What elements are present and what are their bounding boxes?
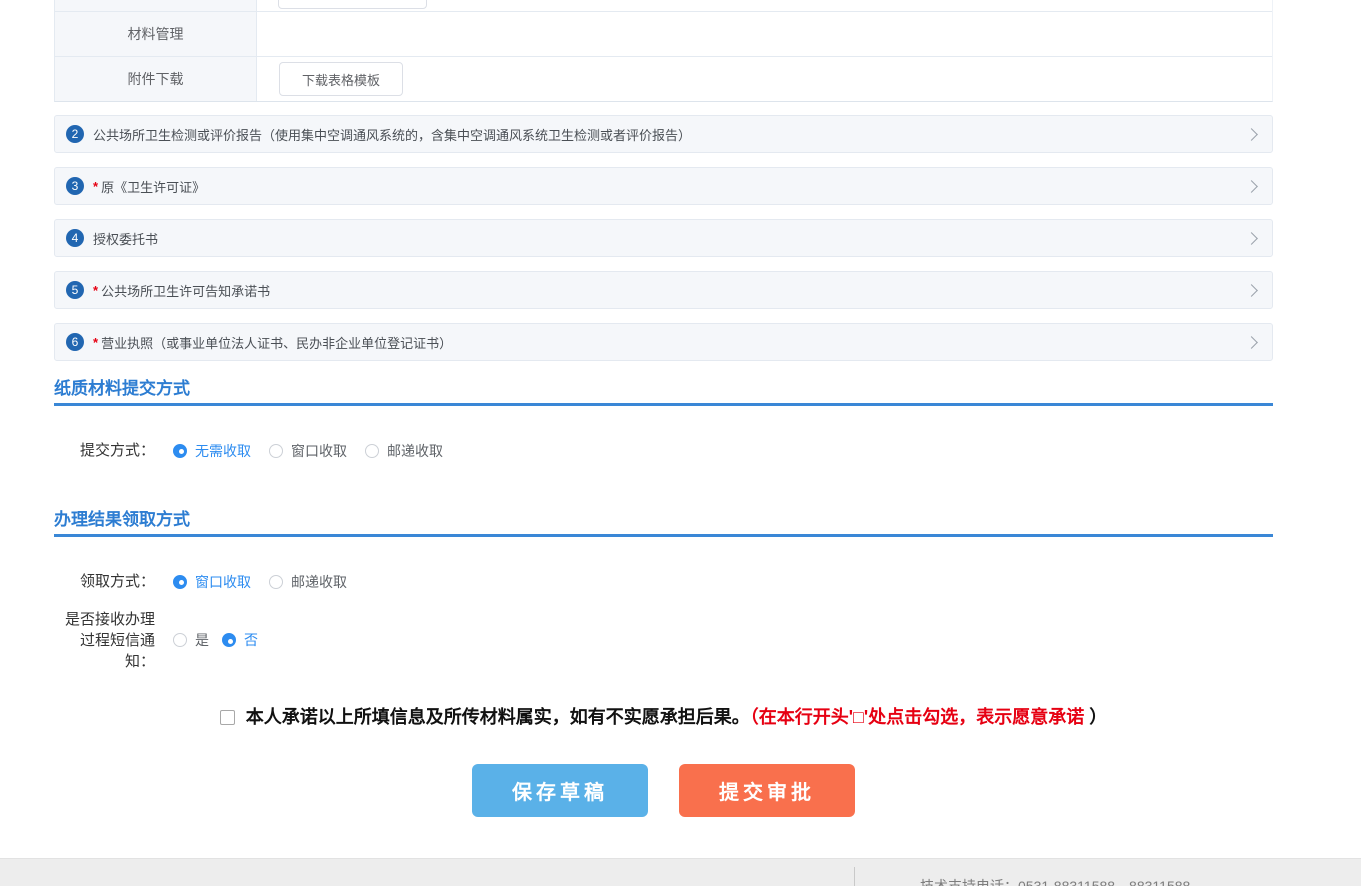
required-marker: * bbox=[93, 179, 98, 194]
radio-option-no-collection[interactable]: 无需收取 bbox=[173, 441, 251, 461]
material-item-3[interactable]: 3 * 原《卫生许可证》 bbox=[54, 167, 1273, 205]
material-item-label: 授权委托书 bbox=[93, 229, 158, 248]
support-phone-text: 技术支持电话：0531-88311588、88311588 bbox=[920, 876, 1190, 886]
radio-option-mail-collection[interactable]: 邮递收取 bbox=[365, 441, 443, 461]
radio-selected-icon[interactable] bbox=[222, 633, 236, 647]
radio-selected-icon[interactable] bbox=[173, 444, 187, 458]
table-content-cell bbox=[257, 12, 1272, 56]
material-item-label: 公共场所卫生检测或评价报告（使用集中空调通风系统的，含集中空调通风系统卫生检测或… bbox=[93, 125, 691, 144]
save-draft-button[interactable]: 保存草稿 bbox=[472, 764, 648, 817]
radio-option-label: 否 bbox=[244, 630, 258, 650]
submit-approval-button[interactable]: 提交审批 bbox=[679, 764, 855, 817]
material-item-4[interactable]: 4 授权委托书 bbox=[54, 219, 1273, 257]
field-label-sms-notification: 是否接收办理过程短信通知： bbox=[54, 609, 155, 672]
row-label: 材料管理 bbox=[55, 12, 257, 56]
section-title-paper-submission: 纸质材料提交方式 bbox=[54, 374, 190, 399]
commitment-hint-text: （在本行开头'□'处点击勾选，表示愿意承诺 bbox=[750, 707, 1084, 727]
section-underline bbox=[54, 403, 1273, 406]
table-row-attachment-download: 附件下载 下载表格模板 bbox=[55, 56, 1272, 101]
result-pickup-row: 领取方式： 窗口收取 邮递收取 bbox=[54, 571, 365, 592]
action-buttons: 保存草稿 提交审批 bbox=[54, 764, 1273, 817]
material-item-2[interactable]: 2 公共场所卫生检测或评价报告（使用集中空调通风系统的，含集中空调通风系统卫生检… bbox=[54, 115, 1273, 153]
commitment-checkbox[interactable] bbox=[220, 710, 235, 725]
field-label-pickup-method: 领取方式： bbox=[54, 571, 155, 592]
sms-radio-group: 是 否 bbox=[173, 630, 276, 650]
page-footer: 技术支持电话：0531-88311588、88311588 bbox=[0, 858, 1361, 886]
pickup-method-radio-group: 窗口收取 邮递收取 bbox=[173, 572, 365, 592]
radio-unselected-icon[interactable] bbox=[365, 444, 379, 458]
radio-selected-icon[interactable] bbox=[173, 575, 187, 589]
table-label-cell bbox=[55, 0, 257, 11]
commitment-row: 本人承诺以上所填信息及所传材料属实，如有不实愿承担后果。（在本行开头'□'处点击… bbox=[54, 703, 1273, 729]
material-item-5[interactable]: 5 * 公共场所卫生许可告知承诺书 bbox=[54, 271, 1273, 309]
radio-option-mail-pickup[interactable]: 邮递收取 bbox=[269, 572, 347, 592]
material-item-6[interactable]: 6 * 营业执照（或事业单位法人证书、民办非企业单位登记证书） bbox=[54, 323, 1273, 361]
material-item-label: 原《卫生许可证》 bbox=[101, 177, 205, 196]
chevron-right-icon[interactable] bbox=[1245, 284, 1258, 297]
commitment-text: 本人承诺以上所填信息及所传材料属实，如有不实愿承担后果。（在本行开头'□'处点击… bbox=[246, 703, 1107, 729]
radio-option-label: 窗口收取 bbox=[195, 572, 251, 592]
row-label: 附件下载 bbox=[55, 57, 257, 101]
chevron-right-icon[interactable] bbox=[1245, 180, 1258, 193]
radio-option-label: 邮递收取 bbox=[387, 441, 443, 461]
radio-option-label: 是 bbox=[195, 630, 209, 650]
item-number-badge: 6 bbox=[66, 333, 84, 351]
material-item-label: 公共场所卫生许可告知承诺书 bbox=[101, 281, 270, 300]
paper-submission-row: 提交方式： 无需收取 窗口收取 邮递收取 bbox=[54, 440, 461, 461]
radio-option-label: 窗口收取 bbox=[291, 441, 347, 461]
radio-unselected-icon[interactable] bbox=[269, 575, 283, 589]
table-content-cell: 下载表格模板 bbox=[257, 57, 1272, 101]
commitment-hint-suffix: ） bbox=[1084, 707, 1107, 727]
material-table: 材料管理 附件下载 下载表格模板 bbox=[54, 0, 1273, 102]
radio-option-label: 邮递收取 bbox=[291, 572, 347, 592]
radio-unselected-icon[interactable] bbox=[173, 633, 187, 647]
item-number-badge: 4 bbox=[66, 229, 84, 247]
commitment-main-text: 本人承诺以上所填信息及所传材料属实，如有不实愿承担后果。 bbox=[246, 707, 750, 727]
chevron-right-icon[interactable] bbox=[1245, 128, 1258, 141]
item-number-badge: 2 bbox=[66, 125, 84, 143]
radio-option-label: 无需收取 bbox=[195, 441, 251, 461]
table-row-material-management: 材料管理 bbox=[55, 11, 1272, 56]
section-title-result-pickup: 办理结果领取方式 bbox=[54, 505, 190, 530]
radio-option-window-pickup[interactable]: 窗口收取 bbox=[173, 572, 251, 592]
item-number-badge: 3 bbox=[66, 177, 84, 195]
download-template-button[interactable]: 下载表格模板 bbox=[279, 62, 403, 96]
chevron-right-icon[interactable] bbox=[1245, 336, 1258, 349]
item-number-badge: 5 bbox=[66, 281, 84, 299]
field-label-submit-method: 提交方式： bbox=[54, 440, 155, 461]
submit-method-radio-group: 无需收取 窗口收取 邮递收取 bbox=[173, 441, 461, 461]
radio-option-window-collection[interactable]: 窗口收取 bbox=[269, 441, 347, 461]
table-row-partial bbox=[55, 0, 1272, 11]
radio-unselected-icon[interactable] bbox=[269, 444, 283, 458]
required-marker: * bbox=[93, 283, 98, 298]
footer-divider bbox=[854, 867, 855, 886]
sms-notification-row: 是 否 bbox=[173, 630, 276, 650]
material-item-label: 营业执照（或事业单位法人证书、民办非企业单位登记证书） bbox=[101, 333, 452, 352]
radio-option-no[interactable]: 否 bbox=[222, 630, 258, 650]
required-marker: * bbox=[93, 335, 98, 350]
radio-option-yes[interactable]: 是 bbox=[173, 630, 209, 650]
partial-text-input[interactable] bbox=[278, 0, 427, 9]
chevron-right-icon[interactable] bbox=[1245, 232, 1258, 245]
section-underline bbox=[54, 534, 1273, 537]
materials-accordion: 2 公共场所卫生检测或评价报告（使用集中空调通风系统的，含集中空调通风系统卫生检… bbox=[54, 115, 1273, 375]
